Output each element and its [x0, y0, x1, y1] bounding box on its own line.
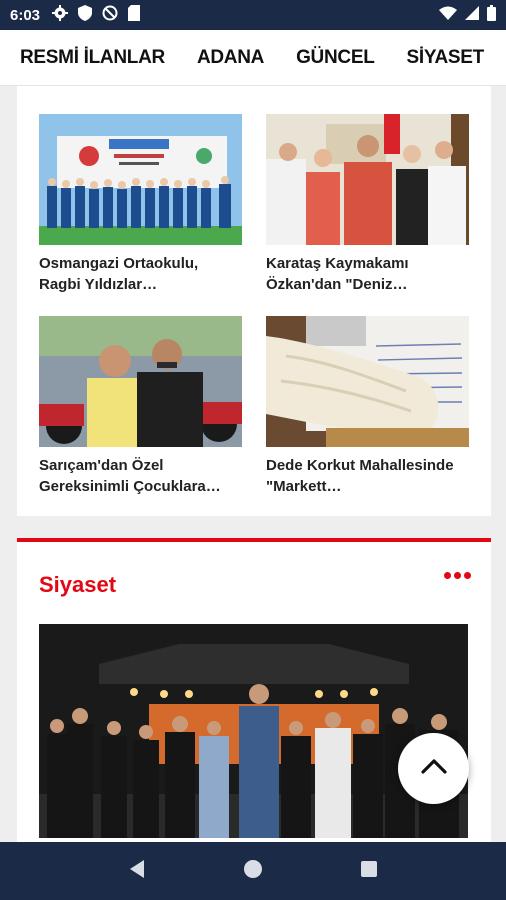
- nav-item-resmi-ilanlar[interactable]: RESMİ İLANLAR: [20, 47, 165, 69]
- news-card[interactable]: Karataş Kaymakamı Özkan'dan "Deniz…: [266, 114, 469, 295]
- category-nav: RESMİ İLANLAR ADANA GÜNCEL SİYASET: [0, 30, 506, 86]
- section-hero-image[interactable]: [39, 624, 468, 838]
- news-card[interactable]: Dede Korkut Mahallesinde "Markett…: [266, 316, 469, 497]
- news-title[interactable]: Sarıçam'dan Özel Gereksinimli Çocuklara…: [39, 455, 242, 497]
- section-title[interactable]: Siyaset: [39, 572, 116, 598]
- signal-icon: [465, 5, 479, 25]
- nav-item-guncel[interactable]: GÜNCEL: [296, 47, 375, 69]
- gear-icon: [52, 4, 69, 26]
- chevron-up-icon: [420, 758, 447, 779]
- battery-icon: [487, 4, 496, 26]
- no-tracking-icon: [102, 5, 118, 26]
- content-scroll[interactable]: Osmangazi Ortaokulu, Ragbi Yıldızlar… Ka…: [0, 86, 506, 842]
- news-thumbnail[interactable]: [39, 316, 242, 447]
- news-thumbnail[interactable]: [39, 114, 242, 245]
- wifi-icon: [439, 6, 457, 25]
- status-bar: 6:03: [0, 0, 506, 30]
- news-grid: Osmangazi Ortaokulu, Ragbi Yıldızlar… Ka…: [17, 86, 491, 516]
- sim-card-icon: [128, 4, 141, 26]
- news-thumbnail[interactable]: [266, 114, 469, 245]
- news-title[interactable]: Karataş Kaymakamı Özkan'dan "Deniz…: [266, 253, 469, 295]
- news-thumbnail[interactable]: [266, 316, 469, 447]
- recents-icon[interactable]: [360, 860, 378, 883]
- system-nav-bar: [0, 842, 506, 900]
- news-card[interactable]: Sarıçam'dan Özel Gereksinimli Çocuklara…: [39, 316, 242, 497]
- news-title[interactable]: Dede Korkut Mahallesinde "Markett…: [266, 455, 469, 497]
- nav-item-adana[interactable]: ADANA: [197, 47, 264, 69]
- home-icon[interactable]: [243, 859, 263, 884]
- back-icon[interactable]: [128, 859, 146, 884]
- scroll-to-top-button[interactable]: [398, 733, 469, 804]
- nav-item-siyaset[interactable]: SİYASET: [407, 47, 485, 69]
- news-card[interactable]: Osmangazi Ortaokulu, Ragbi Yıldızlar…: [39, 114, 242, 295]
- shield-icon: [78, 4, 93, 26]
- clock: 6:03: [10, 6, 41, 24]
- more-dots-icon[interactable]: [444, 572, 471, 579]
- news-title[interactable]: Osmangazi Ortaokulu, Ragbi Yıldızlar…: [39, 253, 242, 295]
